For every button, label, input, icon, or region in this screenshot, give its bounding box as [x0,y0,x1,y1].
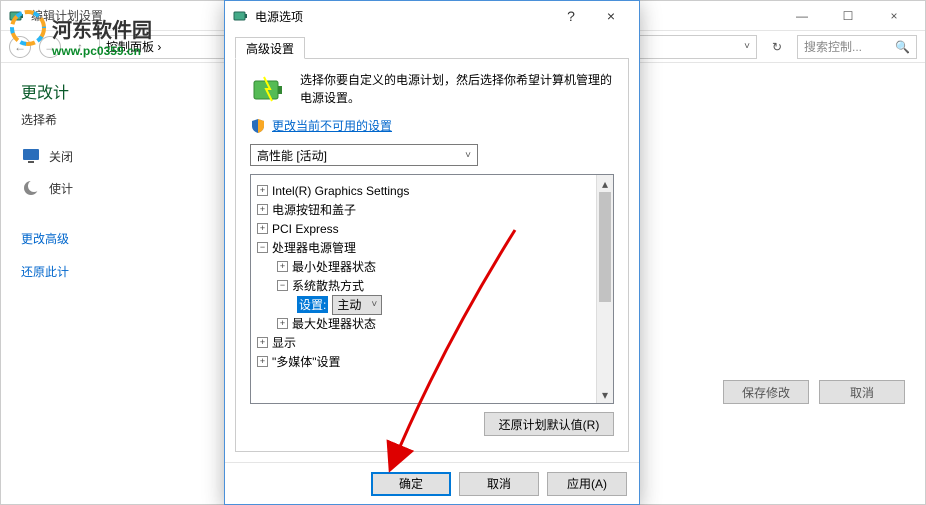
collapse-icon[interactable]: − [277,280,288,291]
row-label: 使计 [49,180,73,197]
watermark: 河东软件园 www.pc0359.cn [10,10,152,58]
watermark-url: www.pc0359.cn [52,44,152,58]
unavailable-settings-link[interactable]: 更改当前不可用的设置 [272,117,392,134]
scroll-thumb[interactable] [599,192,611,302]
dialog-title: 电源选项 [255,8,551,25]
expand-icon[interactable]: + [257,356,268,367]
logo-icon [10,10,46,46]
battery-icon [233,8,249,24]
power-plan-select[interactable]: 高性能 [活动] ˅ [250,144,478,166]
close-button[interactable]: × [591,1,631,31]
tab-strip: 高级设置 [235,35,629,59]
tree-node-cooling-setting[interactable]: 设置: 主动 ˅ [255,295,592,314]
monitor-icon [21,146,41,166]
setting-value-select[interactable]: 主动 ˅ [332,295,382,315]
row-label: 关闭 [49,148,73,165]
save-button[interactable]: 保存修改 [723,380,809,404]
dialog-description: 选择你要自定义的电源计划，然后选择你希望计算机管理的电源设置。 [300,71,614,107]
minimize-button[interactable]: — [779,1,825,31]
tab-advanced[interactable]: 高级设置 [235,37,305,59]
chevron-down-icon: ˅ [465,150,471,161]
help-button[interactable]: ? [551,1,591,31]
expand-icon[interactable]: + [257,223,268,234]
refresh-button[interactable]: ↻ [765,35,789,59]
expand-icon[interactable]: + [257,204,268,215]
cancel-button[interactable]: 取消 [459,472,539,496]
parent-buttons: 保存修改 取消 [723,380,905,404]
setting-label-selected: 设置: [297,296,328,313]
tree-node-processor-power[interactable]: −处理器电源管理 [255,238,592,257]
expand-icon[interactable]: + [257,337,268,348]
expand-icon[interactable]: + [277,318,288,329]
maximize-button[interactable]: ☐ [825,1,871,31]
dialog-button-row: 确定 取消 应用(A) [225,462,639,504]
dialog-titlebar: 电源选项 ? × [225,1,639,31]
close-button[interactable]: × [871,1,917,31]
scroll-down-button[interactable]: ▾ [597,386,613,403]
expand-icon[interactable]: + [277,261,288,272]
chevron-down-icon[interactable]: ˅ [744,41,750,52]
tree-node-multimedia[interactable]: +"多媒体"设置 [255,352,592,371]
tree-node-power-buttons[interactable]: +电源按钮和盖子 [255,200,592,219]
cancel-button[interactable]: 取消 [819,380,905,404]
search-placeholder: 搜索控制... [804,38,862,55]
collapse-icon[interactable]: − [257,242,268,253]
settings-tree: +Intel(R) Graphics Settings +电源按钮和盖子 +PC… [250,174,614,404]
watermark-text: 河东软件园 [52,14,152,43]
search-input[interactable]: 搜索控制... 🔍 [797,35,917,59]
search-icon: 🔍 [895,40,910,54]
tree-node-min-processor[interactable]: +最小处理器状态 [255,257,592,276]
scroll-track[interactable] [597,192,613,386]
tree-node-pci-express[interactable]: +PCI Express [255,219,592,238]
tree-node-display[interactable]: +显示 [255,333,592,352]
ok-button[interactable]: 确定 [371,472,451,496]
power-options-dialog: 电源选项 ? × 高级设置 选择你要自定义的电源计划，然后选择你希望计算机管理的… [224,0,640,505]
tree-node-intel-graphics[interactable]: +Intel(R) Graphics Settings [255,181,592,200]
chevron-down-icon: ˅ [371,299,377,310]
moon-icon [21,178,41,198]
tree-node-max-processor[interactable]: +最大处理器状态 [255,314,592,333]
restore-defaults-button[interactable]: 还原计划默认值(R) [484,412,614,436]
plan-selected-text: 高性能 [活动] [257,147,327,164]
scroll-up-button[interactable]: ▴ [597,175,613,192]
tree-node-cooling-policy[interactable]: −系统散热方式 [255,276,592,295]
apply-button[interactable]: 应用(A) [547,472,627,496]
shield-icon [250,118,266,134]
tab-panel: 选择你要自定义的电源计划，然后选择你希望计算机管理的电源设置。 更改当前不可用的… [235,59,629,452]
tree-scrollbar[interactable]: ▴ ▾ [596,175,613,403]
battery-large-icon [250,71,290,107]
expand-icon[interactable]: + [257,185,268,196]
